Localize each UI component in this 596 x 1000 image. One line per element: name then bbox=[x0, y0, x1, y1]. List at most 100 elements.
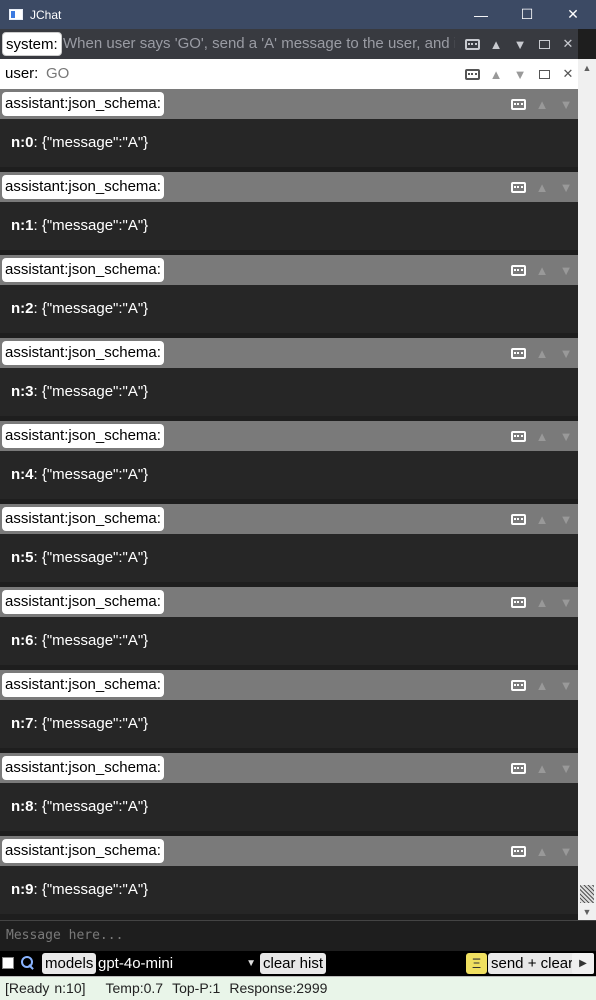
option-checkbox[interactable] bbox=[2, 957, 14, 969]
assistant-message: assistant:json_schema: ▲ ▼ n:2: {"messag… bbox=[0, 255, 578, 338]
message-controls: ▲ ▼ bbox=[506, 753, 578, 783]
comment-bubble-icon[interactable] bbox=[506, 341, 530, 365]
assistant-message: assistant:json_schema: ▲ ▼ n:8: {"messag… bbox=[0, 753, 578, 836]
comment-bubble-icon[interactable] bbox=[506, 756, 530, 780]
move-up-icon[interactable]: ▲ bbox=[530, 673, 554, 697]
message-content: n:6: {"message":"A"} bbox=[11, 632, 148, 649]
system-prompt-row: system: When user says 'GO', send a 'A' … bbox=[0, 29, 578, 59]
message-index: n:0 bbox=[11, 134, 34, 151]
move-up-icon[interactable]: ▲ bbox=[530, 424, 554, 448]
message-index: n:2 bbox=[11, 300, 34, 317]
message-content: n:2: {"message":"A"} bbox=[11, 300, 148, 317]
window-title: JChat bbox=[30, 7, 62, 22]
move-down-icon[interactable]: ▼ bbox=[554, 590, 578, 614]
vertical-scrollbar[interactable]: ▲ ▼ bbox=[578, 59, 596, 920]
move-down-icon[interactable]: ▼ bbox=[554, 175, 578, 199]
status-count: n:10] bbox=[54, 980, 86, 996]
move-down-icon[interactable]: ▼ bbox=[554, 92, 578, 116]
user-prompt-row: user: GO ▲ ▼ ✕ bbox=[0, 59, 578, 89]
model-dropdown[interactable]: gpt-4o-mini ▼ bbox=[98, 953, 258, 974]
message-index: n:8 bbox=[11, 798, 34, 815]
message-text: : {"message":"A"} bbox=[33, 383, 149, 400]
status-temperature: Temp:0.7 bbox=[105, 980, 164, 996]
comment-bubble-icon[interactable] bbox=[506, 175, 530, 199]
message-index: n:3 bbox=[11, 383, 34, 400]
system-label: system: bbox=[2, 32, 62, 56]
move-up-icon[interactable]: ▲ bbox=[530, 258, 554, 282]
move-up-icon[interactable]: ▲ bbox=[530, 175, 554, 199]
move-down-icon[interactable]: ▼ bbox=[554, 507, 578, 531]
message-input[interactable]: Message here... bbox=[0, 920, 596, 951]
move-down-icon[interactable]: ▼ bbox=[554, 424, 578, 448]
message-index: n:9 bbox=[11, 881, 34, 898]
message-content: n:1: {"message":"A"} bbox=[11, 217, 148, 234]
move-down-icon[interactable]: ▼ bbox=[554, 756, 578, 780]
move-down-icon[interactable]: ▼ bbox=[554, 839, 578, 863]
comment-bubble-icon[interactable] bbox=[506, 424, 530, 448]
menu-icon[interactable]: Ξ bbox=[466, 953, 487, 974]
message-content: n:8: {"message":"A"} bbox=[11, 798, 148, 815]
remove-icon[interactable]: ✕ bbox=[556, 32, 578, 56]
move-down-icon[interactable]: ▼ bbox=[554, 673, 578, 697]
model-dropdown-value: gpt-4o-mini bbox=[98, 955, 174, 972]
message-body: n:3: {"message":"A"} bbox=[0, 368, 578, 416]
message-body: n:8: {"message":"A"} bbox=[0, 783, 578, 831]
move-up-icon[interactable]: ▲ bbox=[530, 839, 554, 863]
message-content: n:7: {"message":"A"} bbox=[11, 715, 148, 732]
message-content: n:9: {"message":"A"} bbox=[11, 881, 148, 898]
message-role-label: assistant:json_schema: bbox=[2, 507, 164, 531]
move-up-icon[interactable]: ▲ bbox=[484, 32, 508, 56]
assistant-message: assistant:json_schema: ▲ ▼ n:6: {"messag… bbox=[0, 587, 578, 670]
send-clear-button[interactable]: send + clear bbox=[488, 953, 577, 974]
move-up-icon[interactable]: ▲ bbox=[530, 92, 554, 116]
message-header: assistant:json_schema: ▲ ▼ bbox=[0, 836, 578, 866]
message-header: assistant:json_schema: ▲ ▼ bbox=[0, 172, 578, 202]
maximize-button[interactable]: ☐ bbox=[504, 0, 550, 29]
message-text: : {"message":"A"} bbox=[33, 549, 149, 566]
comment-bubble-icon[interactable] bbox=[506, 839, 530, 863]
message-controls: ▲ ▼ bbox=[506, 89, 578, 119]
message-header: assistant:json_schema: ▲ ▼ bbox=[0, 338, 578, 368]
minimize-button[interactable]: — bbox=[458, 0, 504, 29]
comment-bubble-icon[interactable] bbox=[506, 92, 530, 116]
comment-bubble-icon[interactable] bbox=[506, 673, 530, 697]
move-up-icon[interactable]: ▲ bbox=[530, 756, 554, 780]
clear-history-button[interactable]: clear hist bbox=[260, 953, 327, 974]
chat-history: system: When user says 'GO', send a 'A' … bbox=[0, 29, 578, 920]
models-button[interactable]: models bbox=[42, 953, 97, 974]
close-window-button[interactable]: ✕ bbox=[550, 0, 596, 29]
move-up-icon[interactable]: ▲ bbox=[530, 590, 554, 614]
message-body: n:7: {"message":"A"} bbox=[0, 700, 578, 748]
move-down-icon[interactable]: ▼ bbox=[554, 258, 578, 282]
comment-bubble-icon[interactable] bbox=[460, 32, 484, 56]
message-body: n:5: {"message":"A"} bbox=[0, 534, 578, 582]
message-index: n:6 bbox=[11, 632, 34, 649]
comment-bubble-icon[interactable] bbox=[506, 590, 530, 614]
comment-bubble-icon[interactable] bbox=[506, 507, 530, 531]
move-down-icon[interactable]: ▼ bbox=[508, 62, 532, 86]
message-controls: ▲ ▼ bbox=[506, 421, 578, 451]
scroll-thumb[interactable] bbox=[580, 885, 594, 903]
search-icon[interactable] bbox=[20, 955, 36, 971]
expand-icon[interactable] bbox=[532, 32, 556, 56]
comment-bubble-icon[interactable] bbox=[460, 62, 484, 86]
message-controls: ▲ ▼ bbox=[506, 836, 578, 866]
user-prompt-text[interactable]: GO bbox=[46, 65, 69, 82]
scroll-up-icon[interactable]: ▲ bbox=[578, 59, 596, 76]
user-row-controls: ▲ ▼ ✕ bbox=[460, 59, 578, 89]
message-text: : {"message":"A"} bbox=[33, 881, 149, 898]
move-up-icon[interactable]: ▲ bbox=[530, 507, 554, 531]
expand-icon[interactable] bbox=[532, 62, 556, 86]
move-down-icon[interactable]: ▼ bbox=[554, 341, 578, 365]
system-prompt-text[interactable]: When user says 'GO', send a 'A' message … bbox=[63, 35, 455, 52]
scroll-down-icon[interactable]: ▼ bbox=[578, 903, 596, 920]
remove-icon[interactable]: ✕ bbox=[556, 62, 578, 86]
move-up-icon[interactable]: ▲ bbox=[484, 62, 508, 86]
comment-bubble-icon[interactable] bbox=[506, 258, 530, 282]
play-icon[interactable]: ▶ bbox=[572, 953, 594, 974]
move-up-icon[interactable]: ▲ bbox=[530, 341, 554, 365]
message-header: assistant:json_schema: ▲ ▼ bbox=[0, 89, 578, 119]
message-content: n:0: {"message":"A"} bbox=[11, 134, 148, 151]
message-body: n:9: {"message":"A"} bbox=[0, 866, 578, 914]
move-down-icon[interactable]: ▼ bbox=[508, 32, 532, 56]
